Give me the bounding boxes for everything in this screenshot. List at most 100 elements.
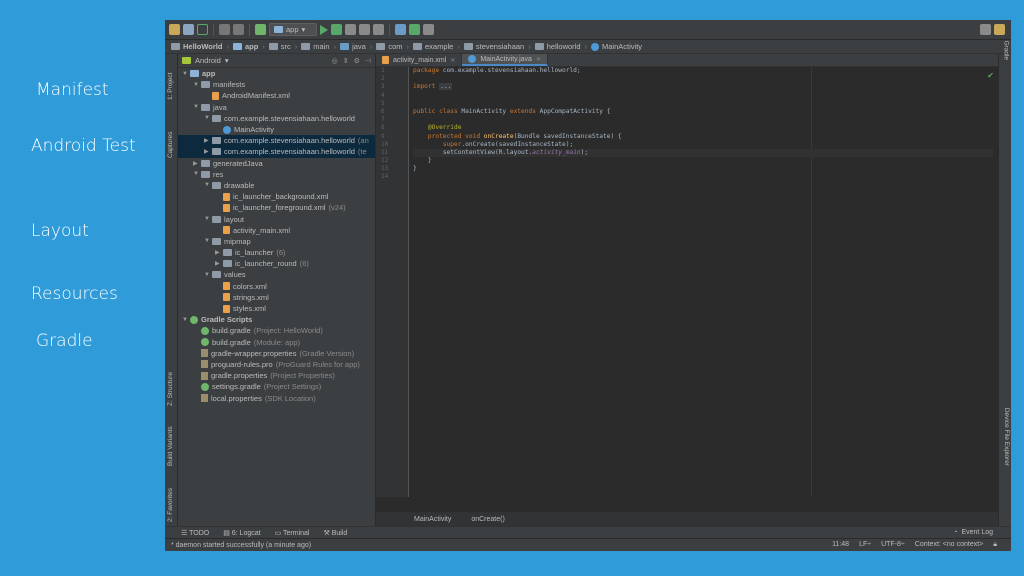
hide-icon[interactable]: ⊣ bbox=[365, 57, 371, 65]
tree-item[interactable]: ▼ java bbox=[178, 102, 375, 113]
layout-inspector-icon[interactable] bbox=[423, 24, 434, 35]
breadcrumb-item[interactable]: example bbox=[413, 42, 453, 51]
tree-item[interactable]: ▼ values bbox=[178, 269, 375, 280]
breadcrumb-item[interactable]: stevensiahaan bbox=[463, 42, 524, 51]
close-icon[interactable]: ✕ bbox=[450, 57, 455, 64]
avd-manager-icon[interactable] bbox=[395, 24, 406, 35]
stop-icon[interactable] bbox=[373, 24, 384, 35]
undo-icon[interactable] bbox=[219, 24, 230, 35]
encoding-select[interactable]: UTF-8÷ bbox=[881, 541, 905, 549]
breadcrumb-item[interactable]: src bbox=[268, 42, 291, 51]
editor-breadcrumb-method[interactable]: onCreate() bbox=[471, 516, 504, 523]
close-icon[interactable]: ✕ bbox=[536, 56, 541, 63]
tab-main-activity-java[interactable]: MainActivity.java ✕ bbox=[462, 54, 548, 66]
tree-item[interactable]: ▶ com.example.stevensiahaan.helloworld (te bbox=[178, 146, 375, 158]
tree-item[interactable]: ▶ com.example.stevensiahaan.helloworld (an bbox=[178, 135, 375, 147]
tree-item[interactable]: gradle-wrapper.properties (Gradle Version… bbox=[178, 348, 375, 359]
search-everywhere-icon[interactable] bbox=[980, 24, 991, 35]
editor-breadcrumb-class[interactable]: MainActivity bbox=[414, 516, 451, 523]
tree-item[interactable]: MainActivity bbox=[178, 124, 375, 135]
tab-activity-main-xml[interactable]: activity_main.xml ✕ bbox=[376, 54, 463, 66]
caret-position[interactable]: 11:48 bbox=[832, 541, 849, 549]
expanded-arrow-icon[interactable]: ▼ bbox=[204, 238, 212, 244]
tree-item[interactable]: colors.xml bbox=[178, 281, 375, 292]
tree-item[interactable]: ▼ res bbox=[178, 169, 375, 180]
tree-item[interactable]: ▼ mipmap bbox=[178, 236, 375, 247]
tree-item[interactable]: ▼ drawable bbox=[178, 180, 375, 191]
tree-item[interactable]: settings.gradle (Project Settings) bbox=[178, 381, 375, 392]
collapsed-arrow-icon[interactable]: ▶ bbox=[215, 249, 223, 256]
tree-item[interactable]: gradle.properties (Project Properties) bbox=[178, 370, 375, 381]
tree-item[interactable]: styles.xml bbox=[178, 303, 375, 314]
locate-icon[interactable]: ◎ bbox=[332, 57, 338, 65]
todo-tool-tab[interactable]: ☰ TODO bbox=[181, 529, 209, 537]
lock-icon[interactable]: 🔒︎ bbox=[993, 541, 997, 549]
open-folder-icon[interactable] bbox=[169, 24, 180, 35]
expanded-arrow-icon[interactable]: ▼ bbox=[193, 82, 201, 88]
expanded-arrow-icon[interactable]: ▼ bbox=[182, 317, 190, 323]
expanded-arrow-icon[interactable]: ▼ bbox=[204, 115, 212, 121]
tree-item[interactable]: build.gradle (Module: app) bbox=[178, 337, 375, 348]
breadcrumb-item[interactable]: helloworld bbox=[534, 42, 581, 51]
terminal-tool-tab[interactable]: ▭ Terminal bbox=[275, 529, 310, 537]
breadcrumb-item[interactable]: main bbox=[301, 42, 330, 51]
event-log-tool-tab[interactable]: ◔ Event Log bbox=[953, 529, 1011, 536]
collapsed-arrow-icon[interactable]: ▶ bbox=[215, 260, 223, 267]
folded-imports[interactable]: ... bbox=[439, 83, 453, 91]
build-tool-tab[interactable]: ⚒ Build bbox=[323, 529, 347, 537]
debug-icon[interactable] bbox=[331, 24, 342, 35]
tree-item[interactable]: ▶ ic_launcher_round (6) bbox=[178, 258, 375, 269]
save-icon[interactable] bbox=[183, 24, 194, 35]
collapsed-arrow-icon[interactable]: ▶ bbox=[204, 148, 212, 155]
device-file-explorer-tool-tab[interactable]: Device File Explorer bbox=[1003, 408, 1010, 466]
breadcrumb-item[interactable]: app bbox=[232, 42, 258, 51]
expanded-arrow-icon[interactable]: ▼ bbox=[204, 216, 212, 222]
tree-item[interactable]: local.properties (SDK Location) bbox=[178, 392, 375, 403]
breadcrumb-item[interactable]: HelloWorld bbox=[171, 42, 222, 51]
project-tool-tab[interactable]: 1: Project bbox=[167, 73, 174, 100]
sdk-manager-icon[interactable] bbox=[409, 24, 420, 35]
view-mode-select[interactable]: Android bbox=[195, 56, 221, 65]
breadcrumb-item[interactable]: com bbox=[376, 42, 403, 51]
collapsed-arrow-icon[interactable]: ▶ bbox=[204, 137, 212, 144]
tree-item[interactable]: ▼ manifests bbox=[178, 79, 375, 90]
expanded-arrow-icon[interactable]: ▼ bbox=[193, 171, 201, 177]
structure-tool-tab[interactable]: Z: Structure bbox=[167, 372, 174, 406]
tree-item[interactable]: ▼ Gradle Scripts bbox=[178, 314, 375, 325]
collapse-all-icon[interactable]: ⇕ bbox=[343, 57, 349, 65]
gradle-tool-tab[interactable]: Gradle bbox=[1003, 40, 1010, 60]
sync-icon[interactable] bbox=[197, 24, 208, 35]
tree-item[interactable]: proguard-rules.pro (ProGuard Rules for ap… bbox=[178, 359, 375, 370]
redo-icon[interactable] bbox=[233, 24, 244, 35]
code-area[interactable]: package com.example.stevensiahaan.hellow… bbox=[413, 67, 993, 497]
build-variants-tool-tab[interactable]: Build Variants bbox=[167, 426, 174, 466]
breadcrumb-item[interactable]: java bbox=[340, 42, 366, 51]
tree-item[interactable]: ▼ app bbox=[178, 68, 375, 79]
make-project-icon[interactable] bbox=[255, 24, 266, 35]
attach-debugger-icon[interactable] bbox=[359, 24, 370, 35]
context-select[interactable]: Context: <no context> bbox=[915, 541, 984, 549]
expanded-arrow-icon[interactable]: ▼ bbox=[204, 272, 212, 278]
logcat-tool-tab[interactable]: ▤ 6: Logcat bbox=[223, 529, 260, 537]
tree-item[interactable]: ▶ generatedJava bbox=[178, 158, 375, 169]
favorites-tool-tab[interactable]: 2: Favorites bbox=[167, 488, 174, 522]
expanded-arrow-icon[interactable]: ▼ bbox=[193, 104, 201, 110]
assistant-icon[interactable] bbox=[994, 24, 1005, 35]
tree-item[interactable]: ic_launcher_foreground.xml (v24) bbox=[178, 202, 375, 213]
collapsed-arrow-icon[interactable]: ▶ bbox=[193, 160, 201, 167]
profile-icon[interactable] bbox=[345, 24, 356, 35]
status-message[interactable]: * daemon started successfully (a minute … bbox=[171, 542, 311, 549]
tree-item[interactable]: activity_main.xml bbox=[178, 225, 375, 236]
expanded-arrow-icon[interactable]: ▼ bbox=[182, 71, 190, 77]
line-separator-select[interactable]: LF÷ bbox=[859, 541, 871, 549]
tree-item[interactable]: ▼ layout bbox=[178, 213, 375, 224]
breadcrumb-item[interactable]: MainActivity bbox=[591, 42, 642, 51]
tree-item[interactable]: ▶ ic_launcher (6) bbox=[178, 247, 375, 258]
tree-item[interactable]: ic_launcher_background.xml bbox=[178, 191, 375, 202]
tree-item[interactable]: strings.xml bbox=[178, 292, 375, 303]
run-icon[interactable] bbox=[320, 24, 328, 35]
expanded-arrow-icon[interactable]: ▼ bbox=[204, 182, 212, 188]
run-config-select[interactable]: app ▾ bbox=[269, 23, 317, 36]
captures-tool-tab[interactable]: Captures bbox=[167, 132, 174, 158]
tree-item[interactable]: AndroidManifest.xml bbox=[178, 90, 375, 101]
